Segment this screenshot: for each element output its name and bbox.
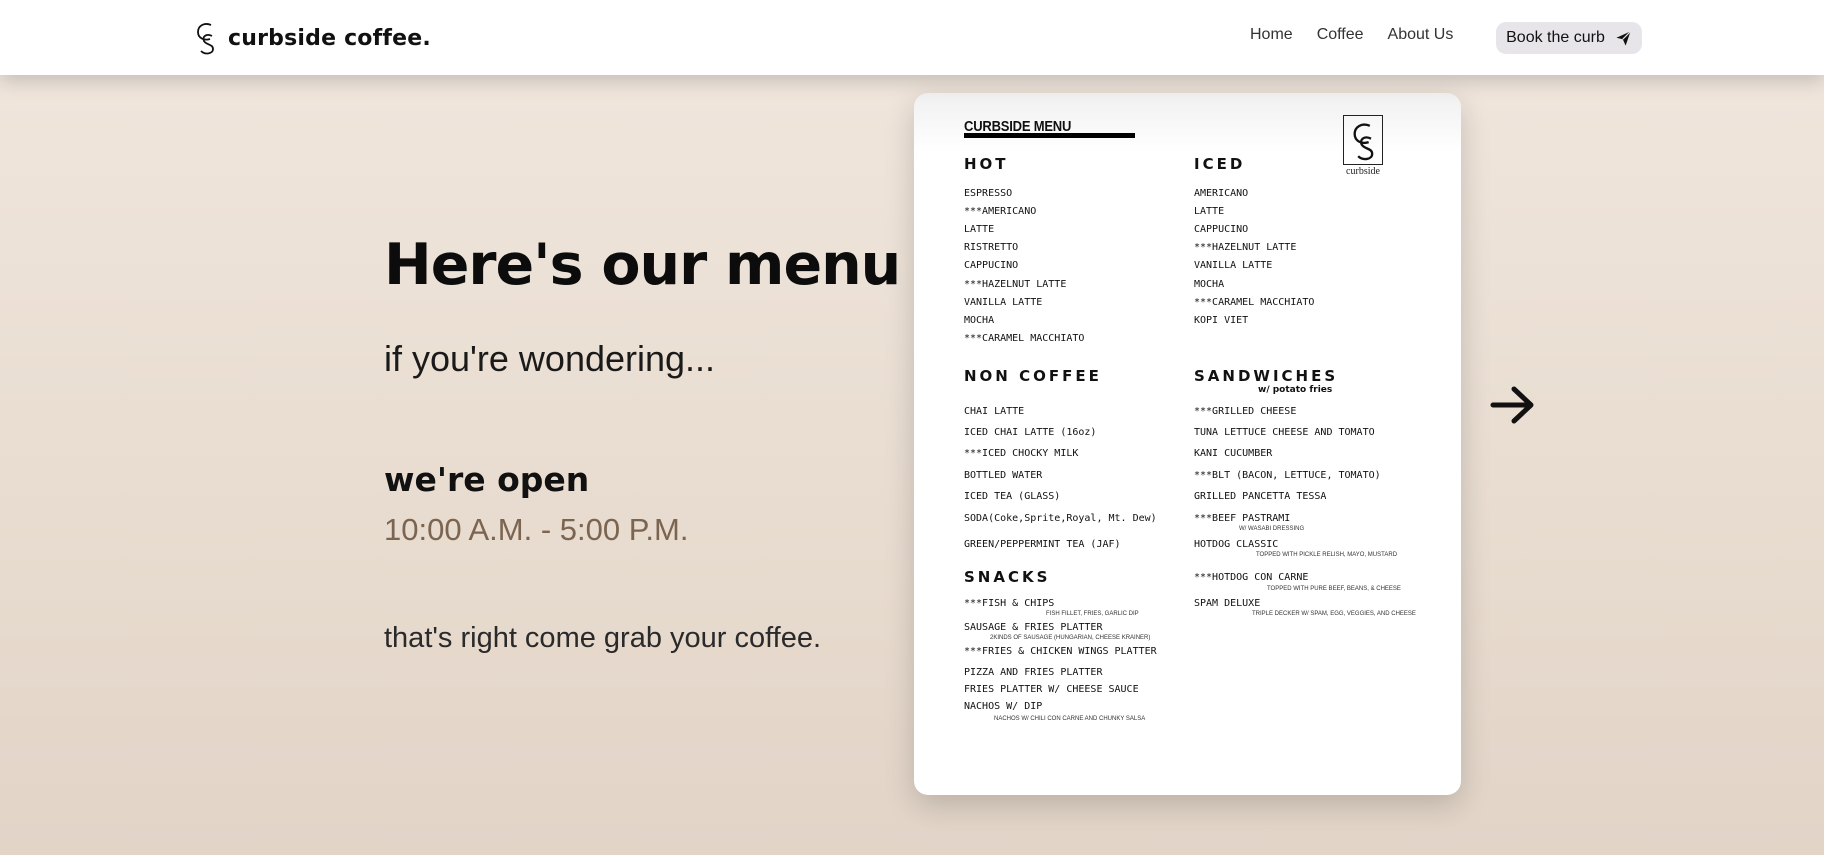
menu-item: ***FISH & CHIPS [964,598,1055,609]
menu-item: ICED CHAI LATTE (16oz) [964,427,1097,438]
menu-item: VANILLA LATTE [1194,260,1273,271]
menu-item: CAPPUCINO [964,260,1019,271]
menu-item: SPAM DELUXE [1194,598,1261,609]
hero-subtitle: if you're wondering... [384,338,716,379]
menu-header-underline [964,133,1135,138]
nav-link-home[interactable]: Home [1250,26,1293,44]
menu-item: RISTRETTO [964,242,1019,253]
menu-item: MOCHA [1194,279,1225,290]
menu-logo-text: curbside [1346,166,1380,177]
open-label: we're open [384,460,590,499]
menu-item: AMERICANO [1194,188,1249,199]
section-title-non-coffee: NON COFFEE [964,367,1102,385]
menu-item: ***AMERICANO [964,206,1037,217]
menu-item: SAUSAGE & FRIES PLATTER [964,622,1103,633]
menu-item: MOCHA [964,315,995,326]
menu-item: GREEN/PEPPERMINT TEA (JAF) [964,539,1121,550]
cs-monogram-icon [197,23,214,55]
menu-item: ***BEEF PASTRAMI [1194,513,1291,524]
menu-item: ESPRESSO [964,188,1013,199]
menu-item: NACHOS W/ DIP [964,701,1043,712]
menu-logo: curbside [1342,115,1384,181]
menu-item-note: TOPPED WITH PURE BEEF, BEANS, & CHEESE [1267,586,1401,592]
menu-item: CHAI LATTE [964,406,1025,417]
menu-item: ***CARAMEL MACCHIATO [964,333,1085,344]
menu-item: KOPI VIET [1194,315,1249,326]
menu-item: ICED TEA (GLASS) [964,491,1061,502]
section-title-iced: ICED [1194,155,1246,173]
menu-item-note: FISH FILLET, FRIES, GARLIC DIP [1046,611,1139,617]
menu-item: VANILLA LATTE [964,297,1043,308]
menu-header: CURBSIDE MENU [964,117,1072,135]
menu-item: ***HAZELNUT LATTE [1194,242,1297,253]
menu-item: LATTE [964,224,995,235]
section-title-sandwiches: SANDWICHES [1194,367,1339,385]
menu-item: LATTE [1194,206,1225,217]
nav-link-coffee[interactable]: Coffee [1317,26,1364,44]
menu-item: TUNA LETTUCE CHEESE AND TOMATO [1194,427,1375,438]
section-note: w/ potato fries [1258,385,1333,395]
cs-monogram-icon [1353,123,1374,161]
menu-item-note: 2KINDS OF SAUSAGE (HUNGARIAN, CHEESE KRA… [990,635,1151,641]
menu-item: KANI CUCUMBER [1194,448,1273,459]
menu-item: FRIES PLATTER W/ CHEESE SAUCE [964,684,1139,695]
menu-item: ***HOTDOG CON CARNE [1194,572,1309,583]
book-button-label: Book the curb [1506,29,1605,46]
nav-links: Home Coffee About Us [1250,26,1453,44]
menu-item: PIZZA AND FRIES PLATTER [964,667,1103,678]
top-navbar: curbside coffee. Home Coffee About Us Bo… [0,0,1824,75]
menu-card: CURBSIDE MENU curbside HOT ESPRESSO ***A… [914,93,1461,795]
menu-item: CAPPUCINO [1194,224,1249,235]
section-title-snacks: SNACKS [964,568,1051,586]
menu-item: SODA(Coke,Sprite,Royal, Mt. Dew) [964,513,1157,524]
page-title: Here's our menu [384,232,901,298]
menu-item: ***BLT (BACON, LETTUCE, TOMATO) [1194,470,1381,481]
book-the-curb-button[interactable]: Book the curb [1496,22,1642,54]
menu-item-note: TOPPED WITH PICKLE RELISH, MAYO, MUSTARD [1256,552,1398,558]
brand[interactable]: curbside coffee. [194,20,431,56]
menu-item: ***HAZELNUT LATTE [964,279,1067,290]
paper-plane-icon [1616,30,1631,46]
menu-item-note: TRIPLE DECKER W/ SPAM, EGG, VEGGIES, AND… [1252,611,1416,617]
arrow-right-icon[interactable] [1490,385,1536,425]
section-title-hot: HOT [964,155,1009,173]
opening-hours: 10:00 A.M. - 5:00 P.M. [384,512,689,547]
menu-item: ***CARAMEL MACCHIATO [1194,297,1315,308]
menu-item: GRILLED PANCETTA TESSA [1194,491,1327,502]
menu-item: ***FRIES & CHICKEN WINGS PLATTER [964,646,1157,657]
menu-item: HOTDOG CLASSIC [1194,539,1279,550]
menu-item: BOTTLED WATER [964,470,1043,481]
menu-item-note: NACHOS W/ CHILI CON CARNE AND CHUNKY SAL… [994,716,1146,722]
nav-link-about[interactable]: About Us [1388,26,1454,44]
menu-item-note: W/ WASABI DRESSING [1239,526,1305,532]
menu-item: ***ICED CHOCKY MILK [964,448,1079,459]
tagline: that's right come grab your coffee. [384,622,822,654]
brand-name: curbside coffee. [228,25,431,51]
menu-item: ***GRILLED CHEESE [1194,406,1297,417]
